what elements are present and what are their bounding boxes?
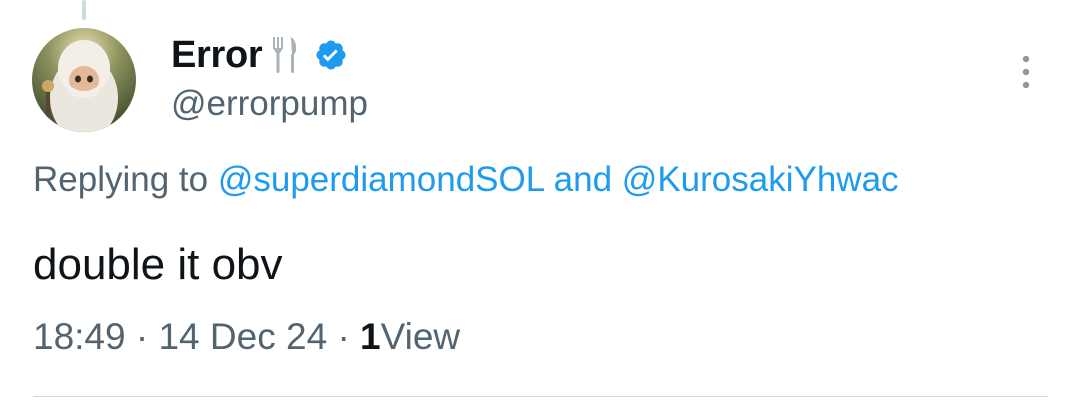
replying-conjunction: and [553, 160, 613, 199]
tweet-date[interactable]: 14 Dec 24 [158, 316, 327, 357]
views-label[interactable]: View [381, 316, 461, 357]
more-options-button[interactable] [1006, 44, 1046, 100]
avatar-icon [32, 28, 136, 132]
views-count[interactable]: 1 [360, 316, 381, 357]
verified-badge-icon[interactable] [314, 38, 348, 72]
thread-line [82, 0, 86, 20]
replying-to: Replying to @superdiamondSOL and @Kurosa… [33, 160, 899, 200]
more-vertical-icon [1022, 55, 1030, 89]
mention-link[interactable]: @superdiamondSOL [218, 160, 544, 199]
author-name-row: Error [171, 32, 348, 78]
mention-link[interactable]: @KurosakiYhwac [622, 160, 899, 199]
fork-and-knife-icon [270, 35, 300, 75]
avatar[interactable] [32, 28, 136, 132]
meta-separator: · [135, 316, 149, 357]
author-handle[interactable]: @errorpump [171, 84, 368, 124]
tweet-meta: 18:49 · 14 Dec 24 · 1View [33, 316, 460, 358]
divider [33, 396, 1048, 397]
display-name[interactable]: Error [171, 34, 263, 77]
replying-to-label: Replying to [33, 160, 209, 199]
tweet-text: double it obv [33, 240, 283, 289]
tweet-time[interactable]: 18:49 [33, 316, 126, 357]
meta-separator: · [337, 316, 350, 357]
